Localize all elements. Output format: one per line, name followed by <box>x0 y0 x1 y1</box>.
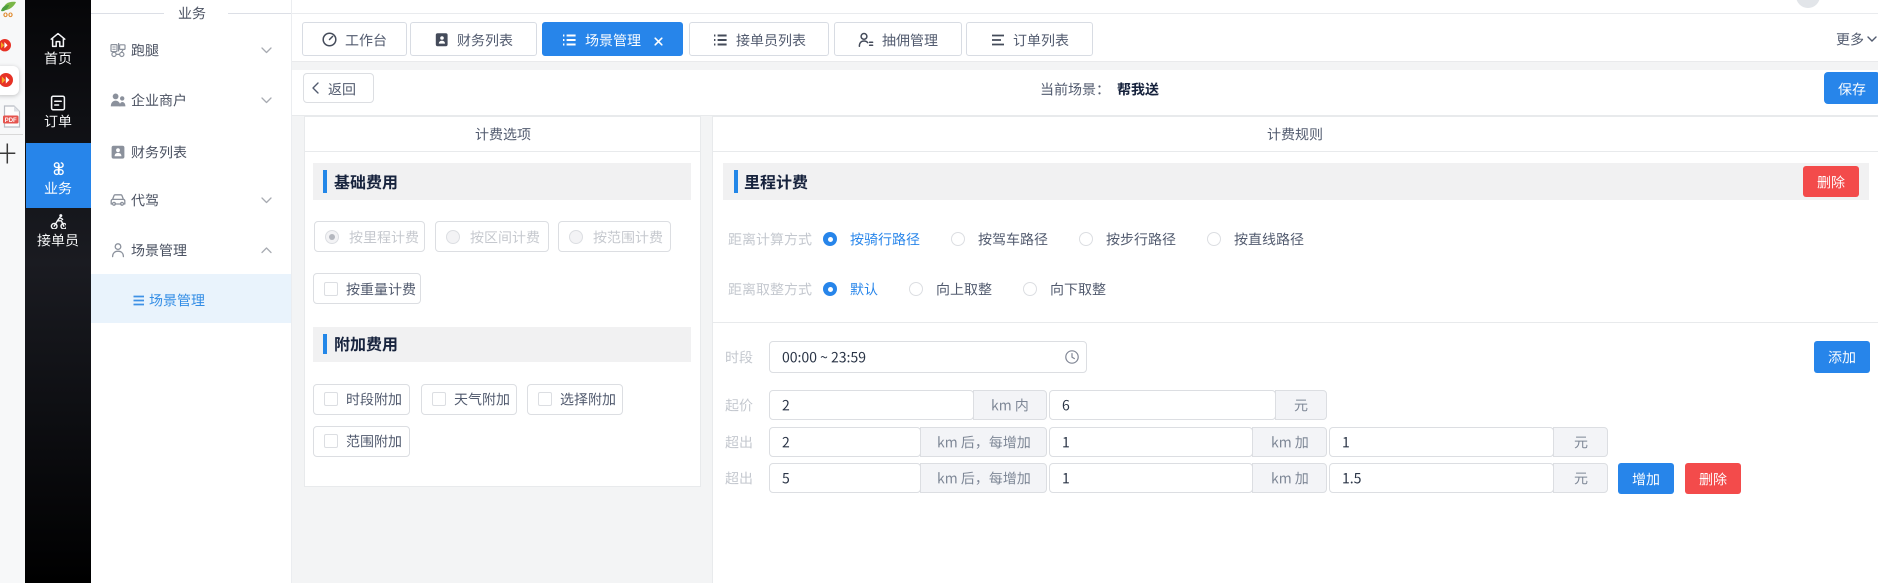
svg-text:PDF: PDF <box>5 118 17 124</box>
